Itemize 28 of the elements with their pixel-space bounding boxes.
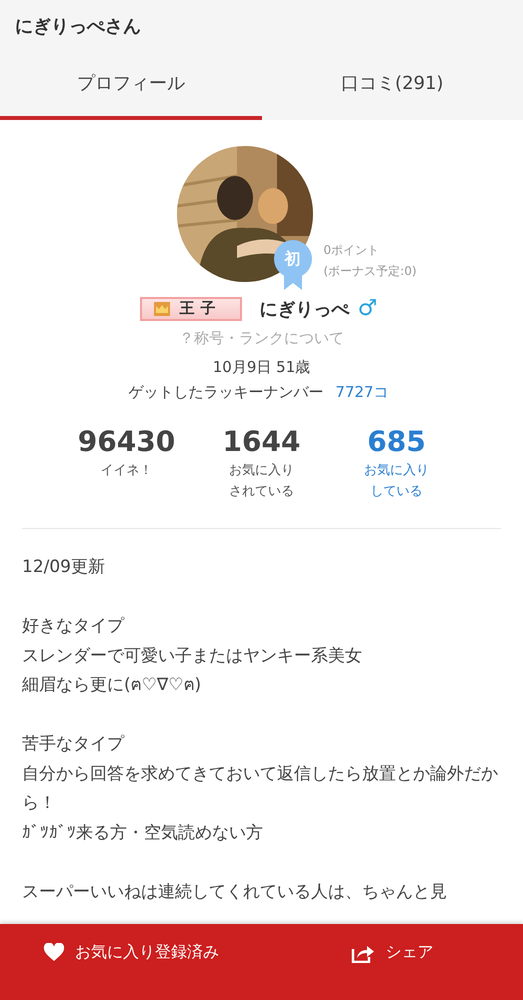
lucky-number-value: 7727コ (335, 383, 389, 402)
favorite-button[interactable]: お気に入り登録済み (0, 924, 262, 1000)
share-button[interactable]: シェア (262, 924, 523, 1000)
bio-line: 苦手なタイプ (22, 733, 126, 756)
page-title: にぎりっぺさん (14, 15, 142, 39)
bio-line: 好きなタイプ (22, 615, 126, 638)
bio-line: スーパーいいねは連続してくれている人は、ちゃんと見 (22, 880, 448, 904)
stat-label: イイネ！ (100, 462, 152, 480)
bio-line: ｶﾞﾂｶﾞﾂ来る方・空気読めない方 (22, 822, 264, 844)
gender-symbol: ♂ (358, 296, 378, 321)
points-text: 0ポイント (ボーナス予定:0) (324, 242, 417, 280)
lucky-number-label: ゲットしたラッキーナンバー (128, 383, 324, 402)
crown-icon (154, 302, 170, 316)
stat-label[interactable]: お気に入り している (364, 460, 429, 502)
tab[interactable]: 口コミ(291) (262, 50, 523, 120)
birthday-age: 10月9日 51歳 (212, 358, 310, 377)
stat-label: お気に入り されている (229, 462, 294, 501)
user-name: にぎりっぺ (260, 298, 350, 320)
stat-value: 1644 (222, 426, 300, 458)
bio-line: 細眉なら更に(ฅ♡∇♡ฅ) (22, 674, 202, 697)
bio-line: 自分から回答を求めてきておいて返信したら放置とか論外だから！ (22, 762, 499, 815)
bio-line: スレンダーで可愛い子またはヤンキー系美女 (22, 644, 363, 668)
tab[interactable]: プロフィール (0, 50, 262, 120)
update-date: 12/09更新 (22, 556, 106, 579)
stat-value[interactable]: 685 (367, 426, 426, 458)
rank-badge: 王子 (140, 296, 242, 320)
heart-icon (42, 943, 65, 962)
stat-value: 96430 (78, 426, 176, 458)
